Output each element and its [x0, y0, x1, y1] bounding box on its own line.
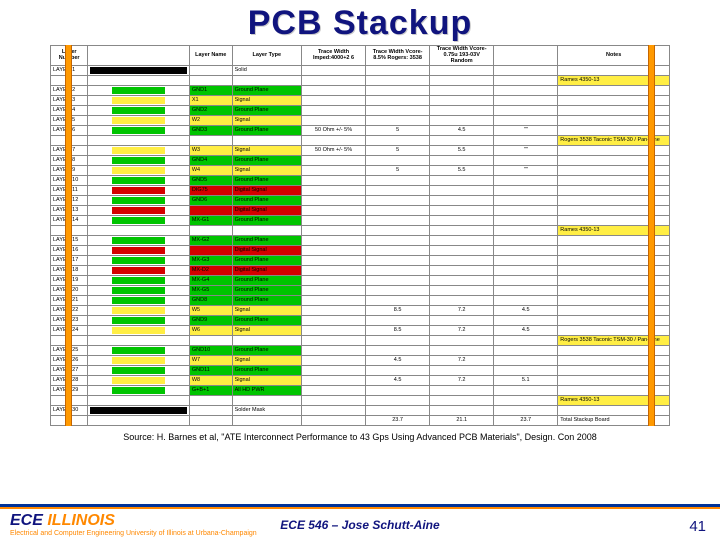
- table-row: Rames 4350-13: [51, 76, 670, 86]
- table-row: LAYER 21GND8Ground Plane: [51, 296, 670, 306]
- table-row: LAYER 23GND9Ground Plane: [51, 316, 670, 326]
- table-row: LAYER 30Solder Mask: [51, 406, 670, 416]
- table-row: LAYER 17MX-G3Ground Plane: [51, 256, 670, 266]
- col-tw1: Trace Width Imped:4000+2 6: [301, 46, 365, 66]
- stackup-diagram: Layer Number Layer Name Layer Type Trace…: [50, 45, 670, 426]
- drill-via-right: [648, 45, 655, 426]
- table-row: Rames 4350-13: [51, 226, 670, 236]
- table-row: LAYER 20MX-G5Ground Plane: [51, 286, 670, 296]
- col-tw3: Trace Width Vcore-0.75u 193-03V Random: [430, 46, 494, 66]
- table-row: LAYER 25GND10Ground Plane: [51, 346, 670, 356]
- table-row: LAYER 1Solid: [51, 66, 670, 76]
- table-row: LAYER 26W7Signal4.57.2: [51, 356, 670, 366]
- table-row: LAYER 16Digital Signal: [51, 246, 670, 256]
- table-row: LAYER 7W3Signal50 Ohm +/- 5%55.5"": [51, 146, 670, 156]
- footer-rule-orange: [0, 507, 720, 509]
- table-row: LAYER 28W8Signal4.57.25.1: [51, 376, 670, 386]
- table-row: LAYER 12GND6Ground Plane: [51, 196, 670, 206]
- table-row: LAYER 11DIG75Digital Signal: [51, 186, 670, 196]
- col-twn: [494, 46, 558, 66]
- table-row: LAYER 3X1Signal: [51, 96, 670, 106]
- table-row: LAYER 14MX-G1Ground Plane: [51, 216, 670, 226]
- table-row: LAYER 9W4Signal55.5"": [51, 166, 670, 176]
- slide-title: PCB Stackup: [0, 4, 720, 43]
- table-row: LAYER 10GND5Ground Plane: [51, 176, 670, 186]
- col-tw2: Trace Width Vcore-8.5% Rogers: 3538: [366, 46, 430, 66]
- table-row: LAYER 5W2Signal: [51, 116, 670, 126]
- table-row: LAYER 4GND2Ground Plane: [51, 106, 670, 116]
- footer: ECE ILLINOIS Electrical and Computer Eng…: [0, 504, 720, 544]
- table-row: LAYER 22W5Signal8.57.24.5: [51, 306, 670, 316]
- table-row: 23.721.123.7Total Stackup Board: [51, 416, 670, 426]
- source-citation: Source: H. Barnes et al, "ATE Interconne…: [0, 432, 720, 442]
- table-row: LAYER 2GND1Ground Plane: [51, 86, 670, 96]
- table-row: LAYER 13Digital Signal: [51, 206, 670, 216]
- table-row: LAYER 6GND3Ground Plane50 Ohm +/- 5%54.5…: [51, 126, 670, 136]
- table-row: LAYER 24W6Signal8.57.24.5: [51, 326, 670, 336]
- table-row: LAYER 29G+B+1All HD PWR: [51, 386, 670, 396]
- col-layername: Layer Name: [189, 46, 232, 66]
- stackup-table: Layer Number Layer Name Layer Type Trace…: [50, 45, 670, 426]
- table-row: LAYER 18MX-D2Digital Signal: [51, 266, 670, 276]
- table-row: Rogers 3538 Taconic TSM-30 / Pan-Fine: [51, 136, 670, 146]
- table-row: Rames 4350-13: [51, 396, 670, 406]
- footer-pagenum: 41: [689, 518, 706, 535]
- col-layertype: Layer Type: [232, 46, 301, 66]
- table-row: LAYER 27GND11Ground Plane: [51, 366, 670, 376]
- table-row: LAYER 8GND4Ground Plane: [51, 156, 670, 166]
- table-row: Rogers 3538 Taconic TSM-30 / Pan-Fine: [51, 336, 670, 346]
- col-crosssect: [88, 46, 189, 66]
- table-row: LAYER 19MX-G4Ground Plane: [51, 276, 670, 286]
- drill-via-left: [65, 45, 72, 426]
- footer-course: ECE 546 – Jose Schutt-Aine: [0, 518, 720, 532]
- table-row: LAYER 15MX-G2Ground Plane: [51, 236, 670, 246]
